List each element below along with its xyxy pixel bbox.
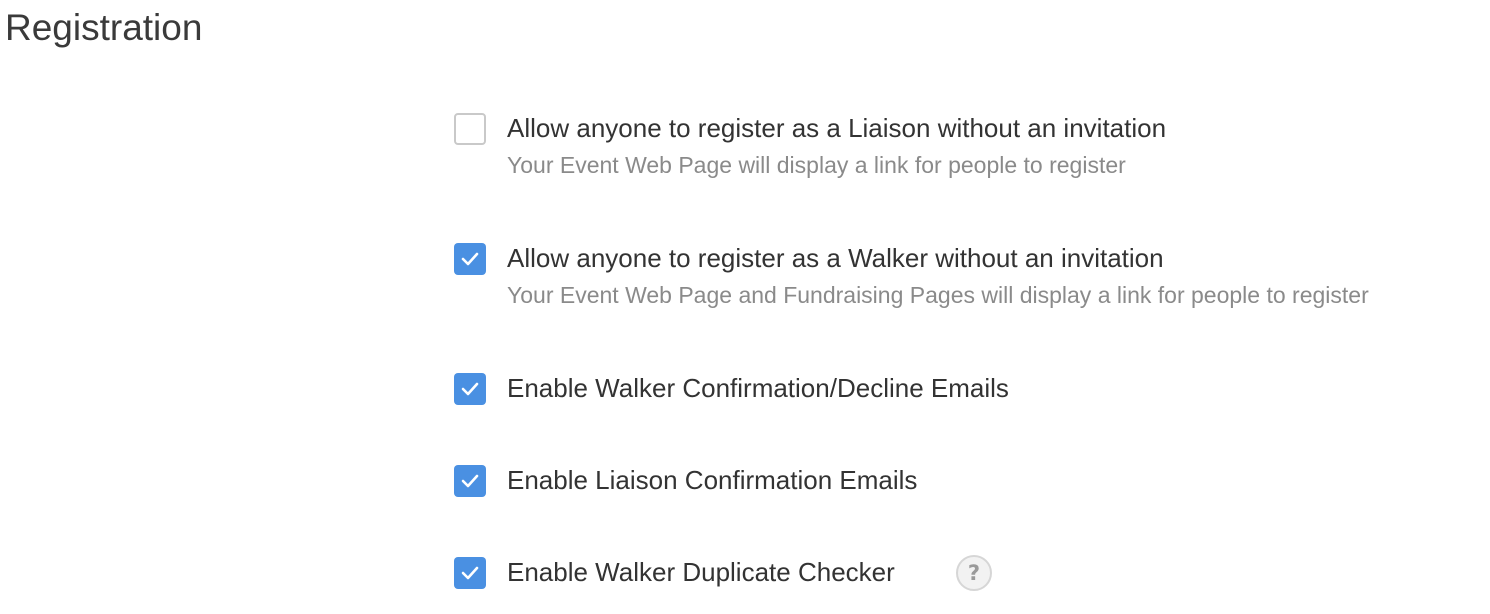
walker-duplicate-checker-label[interactable]: Enable Walker Duplicate Checker (507, 556, 895, 588)
liaison-open-registration-description: Your Event Web Page will display a link … (507, 152, 1126, 178)
question-mark-icon[interactable]: ? (956, 555, 992, 591)
page-title: Registration (5, 7, 203, 48)
liaison-open-registration-checkbox[interactable] (454, 113, 486, 145)
liaison-open-registration-label[interactable]: Allow anyone to register as a Liaison wi… (507, 112, 1166, 144)
walker-confirmation-emails-label[interactable]: Enable Walker Confirmation/Decline Email… (507, 372, 1009, 404)
walker-duplicate-checker-checkbox[interactable] (454, 557, 486, 589)
liaison-confirmation-emails-checkbox[interactable] (454, 465, 486, 497)
walker-open-registration-description: Your Event Web Page and Fundraising Page… (507, 282, 1369, 308)
checkmark-icon (461, 382, 479, 396)
checkmark-icon (461, 252, 479, 266)
walker-open-registration-checkbox[interactable] (454, 243, 486, 275)
walker-open-registration-label[interactable]: Allow anyone to register as a Walker wit… (507, 242, 1164, 274)
liaison-confirmation-emails-label[interactable]: Enable Liaison Confirmation Emails (507, 464, 917, 496)
walker-confirmation-emails-checkbox[interactable] (454, 373, 486, 405)
checkmark-icon (461, 566, 479, 580)
checkmark-icon (461, 474, 479, 488)
